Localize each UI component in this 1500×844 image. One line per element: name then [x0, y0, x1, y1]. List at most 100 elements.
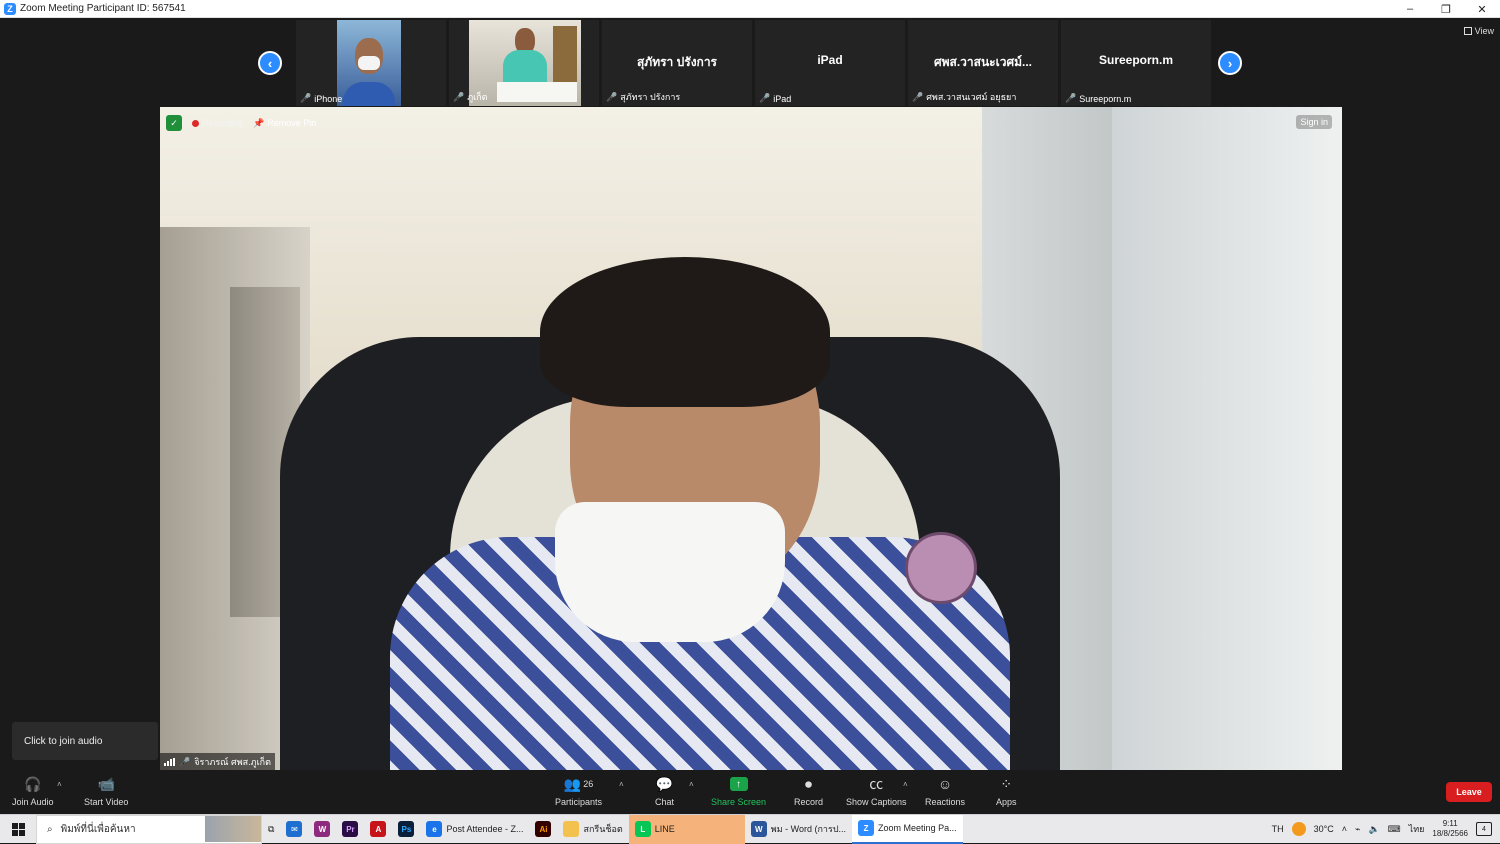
chevron-right-icon: ›	[1227, 55, 1233, 71]
thumbnail-participant[interactable]: สุภัทรา ปรังการ 🎤 สุภัทรา ปรังการ	[602, 20, 752, 106]
weather-sun-icon	[1291, 822, 1306, 836]
reactions-button[interactable]: ☺ Reactions	[925, 774, 965, 807]
record-button[interactable]: ⏺ Record	[794, 774, 823, 808]
network-icon[interactable]: ⌁	[1355, 824, 1360, 835]
thumbnail-participant[interactable]: iPad 🎤 iPad	[755, 20, 905, 106]
leave-button[interactable]: Leave	[1446, 782, 1492, 802]
language-indicator[interactable]: TH	[1272, 824, 1284, 834]
sign-in-button[interactable]: Sign in	[1296, 115, 1332, 129]
weather-temperature[interactable]: 30°C	[1314, 824, 1334, 834]
chat-button[interactable]: 💬 Chat	[655, 774, 674, 808]
pinned-video[interactable]: ✓ Recording 📌 Remove Pin Sign in 🎤 จิราภ…	[160, 107, 1342, 771]
muted-mic-icon: 🎤	[453, 91, 465, 102]
edge-icon: e	[426, 821, 443, 837]
thumbnail-label: 🎤 ภูเก็ต	[453, 91, 488, 103]
participants-icon: 👥 26	[563, 775, 594, 792]
show-captions-button[interactable]: ㏄ Show Captions	[846, 774, 907, 807]
winrar-icon: W	[314, 821, 331, 837]
taskbar-line[interactable]: L LINE	[628, 814, 745, 844]
muted-mic-icon: 🎤	[912, 91, 924, 102]
thumbnail-participant[interactable]: 🎤 ภูเก็ต	[449, 20, 599, 106]
view-button-label: View	[1474, 26, 1494, 36]
thumbnail-participant[interactable]: 🎤 iPhone	[296, 20, 446, 106]
task-view-button[interactable]: ⧉	[262, 815, 280, 844]
zoom-logo-icon: Z	[4, 2, 16, 15]
participant-video	[337, 20, 401, 106]
muted-mic-icon: 🎤	[300, 93, 312, 103]
video-scene-badge	[905, 532, 977, 604]
taskbar-winrar[interactable]: W	[308, 815, 336, 844]
recording-indicator: Recording	[192, 118, 243, 128]
participants-button[interactable]: 👥 26 Participants	[555, 774, 602, 808]
keyboard-icon[interactable]: ⌨	[1388, 824, 1401, 835]
pin-icon: 📌	[253, 117, 265, 128]
input-language[interactable]: ไทย	[1409, 822, 1425, 836]
window-title: Zoom Meeting Participant ID: 567541	[20, 3, 186, 14]
folder-icon	[563, 821, 580, 837]
apps-button[interactable]: ⁘ Apps	[996, 774, 1017, 808]
smiley-icon: ☺	[937, 776, 953, 792]
security-shield-icon[interactable]: ✓	[166, 115, 182, 131]
line-icon: L	[634, 821, 651, 837]
minimize-button[interactable]: –	[1392, 0, 1428, 18]
taskbar-word[interactable]: W พม - Word (การป...	[745, 815, 852, 844]
volume-icon[interactable]: 🔈	[1368, 824, 1379, 835]
muted-mic-icon: 🎤	[759, 93, 771, 103]
participants-count: 26	[583, 779, 594, 789]
thumbnail-name: สุภัทรา ปรังการ	[636, 55, 718, 69]
share-screen-button[interactable]: ↑ Share Screen	[711, 774, 766, 807]
thumbnail-label: 🎤 ศพส.วาสนเวศม์ อยุธยา	[912, 91, 1017, 103]
taskbar-illustrator[interactable]: Ai	[529, 815, 557, 844]
chat-bubble-icon: 💬	[655, 775, 674, 792]
search-highlight-image	[205, 816, 261, 842]
taskbar-premiere[interactable]: Pr	[336, 815, 364, 844]
taskbar-edge[interactable]: e Post Attendee - Z...	[420, 815, 529, 844]
video-scene-hair	[540, 257, 830, 407]
notification-center-icon[interactable]: 4	[1476, 822, 1492, 836]
video-off-icon: 📹	[97, 775, 115, 792]
restore-button[interactable]: ❐	[1428, 0, 1464, 18]
chevron-left-icon: ‹	[267, 55, 273, 71]
remove-pin-button[interactable]: 📌 Remove Pin	[253, 118, 316, 129]
taskbar-search[interactable]: ⌕ พิมพ์ที่นี่เพื่อค้นหา	[36, 814, 262, 844]
zoom-icon: Z	[858, 820, 875, 836]
search-icon: ⌕	[47, 823, 53, 835]
taskbar-photoshop[interactable]: Ps	[392, 815, 420, 844]
clock-date: 18/8/2566	[1432, 829, 1468, 838]
thumbnail-label: 🎤 Sureeporn.m	[1065, 93, 1132, 104]
grid-view-icon	[1463, 27, 1472, 35]
taskbar-acrobat[interactable]: A	[364, 815, 392, 844]
task-view-icon: ⧉	[268, 823, 275, 834]
system-tray: TH 30°C ˄ ⌁ 🔈 ⌨ ไทย 9:11 18/8/2566 4	[1272, 819, 1500, 839]
thumbnail-participant[interactable]: ศพส.วาสนะเวศม์... 🎤 ศพส.วาสนเวศม์ อยุธยา	[908, 20, 1058, 106]
start-video-button[interactable]: 📹 Start Video	[84, 774, 128, 808]
premiere-icon: Pr	[342, 821, 359, 837]
close-button[interactable]: ✕	[1464, 0, 1500, 18]
join-audio-button[interactable]: 🎧 Join Audio	[12, 774, 54, 808]
participants-options-caret[interactable]: ˄	[619, 780, 624, 789]
start-button[interactable]	[0, 815, 36, 844]
taskbar-folder[interactable]: สกรีนช็อต	[557, 815, 628, 844]
muted-mic-icon: 🎤	[179, 756, 191, 767]
video-scene-window	[1112, 107, 1342, 771]
video-scene-mask	[555, 502, 785, 642]
captions-options-caret[interactable]: ˄	[903, 780, 908, 789]
windows-logo-icon	[11, 822, 25, 836]
thumbnail-next-button[interactable]: ›	[1218, 51, 1242, 75]
chat-options-caret[interactable]: ˄	[689, 780, 694, 789]
clock-time: 9:11	[1442, 819, 1458, 828]
join-audio-tooltip: Click to join audio	[12, 722, 158, 760]
pinned-participant-name: จิราภรณ์ ศพส.ภูเก็ต	[194, 757, 271, 767]
thumbnail-participant[interactable]: Sureeporn.m 🎤 Sureeporn.m	[1061, 20, 1211, 106]
mail-icon: ✉	[286, 821, 303, 837]
thumbnail-label: 🎤 iPad	[759, 93, 792, 104]
taskbar-zoom[interactable]: Z Zoom Meeting Pa...	[852, 814, 963, 844]
chevron-up-icon[interactable]: ˄	[1342, 824, 1347, 834]
share-screen-icon: ↑	[729, 774, 748, 794]
view-button[interactable]: View	[1463, 26, 1494, 36]
taskbar-clock[interactable]: 9:11 18/8/2566	[1432, 819, 1468, 839]
captions-icon: ㏄	[869, 776, 884, 792]
thumbnail-prev-button[interactable]: ‹	[258, 51, 282, 75]
audio-options-caret[interactable]: ˄	[57, 780, 62, 789]
taskbar-mail[interactable]: ✉	[280, 815, 308, 844]
